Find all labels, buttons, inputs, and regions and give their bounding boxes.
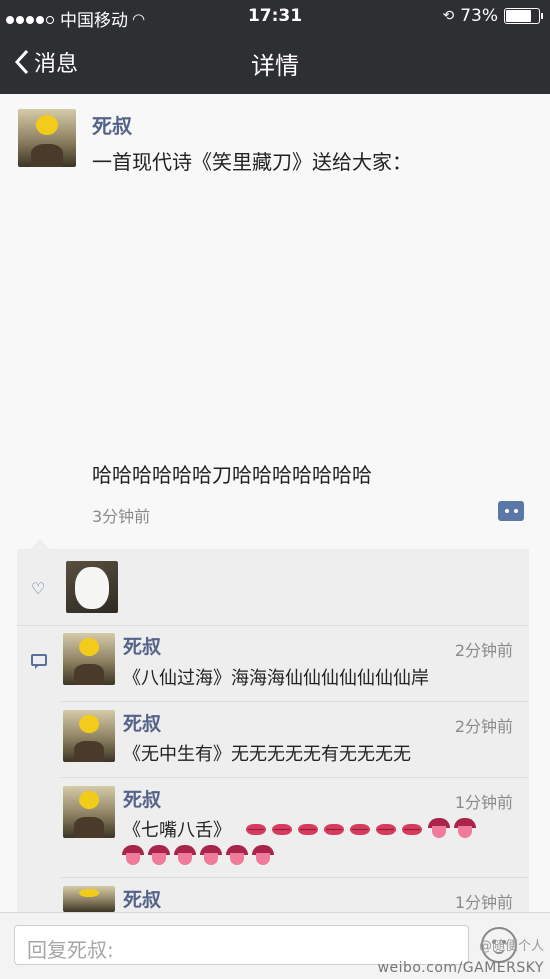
post-author-name[interactable]: 死叔 (92, 110, 132, 139)
tongue-emoji-row (122, 845, 278, 867)
post-text-line2: 哈哈哈哈哈哈刀哈哈哈哈哈哈哈 (92, 463, 372, 487)
tongue-icon (428, 818, 450, 840)
lips-icon (324, 823, 344, 835)
watermark: weibo.com/GAMERSKY (377, 960, 544, 976)
reply-input[interactable]: 回复死叔: (14, 925, 469, 965)
lips-icon (272, 823, 292, 835)
comment-text: 《八仙过海》海海海仙仙仙仙仙仙仙岸 (123, 668, 429, 689)
tongue-icon (174, 845, 196, 867)
divider (17, 625, 529, 626)
divider (61, 777, 529, 778)
tongue-icon (454, 818, 476, 840)
lips-icon (298, 823, 318, 835)
tongue-icon (200, 845, 222, 867)
comment-icon (31, 654, 47, 669)
tongue-icon (148, 845, 170, 867)
lips-icon (246, 823, 266, 835)
comment-author[interactable]: 死叔 (123, 885, 161, 912)
tongue-icon (226, 845, 248, 867)
comment-author[interactable]: 死叔 (123, 785, 161, 812)
comment-time: 2分钟前 (454, 717, 513, 736)
panel-pointer (30, 539, 50, 549)
comment-author[interactable]: 死叔 (123, 709, 161, 736)
divider (61, 877, 529, 878)
comment-text: 《七嘴八舌》 (123, 820, 231, 841)
page-title: 详情 (251, 52, 299, 80)
comment-time: 2分钟前 (454, 641, 513, 660)
comment-time: 1分钟前 (454, 893, 513, 912)
battery-icon (504, 8, 543, 24)
comment-text: 《无中生有》无无无无无有无无无无 (123, 744, 411, 765)
battery-percent: 73% (460, 6, 498, 26)
status-right: ⟲ 73% (442, 6, 543, 26)
lips-icon (402, 823, 422, 835)
comment-action-button[interactable] (498, 501, 524, 521)
divider (61, 701, 529, 702)
tongue-icon (122, 845, 144, 867)
post-author-avatar[interactable] (18, 109, 76, 167)
lips-icon (350, 823, 370, 835)
tongue-icon (252, 845, 274, 867)
status-bar: 中国移动 ◠ 17:31 ⟲ 73% (0, 0, 550, 32)
rotation-lock-icon: ⟲ (442, 8, 455, 24)
comment-avatar[interactable] (63, 886, 115, 912)
post-timestamp: 3分钟前 (92, 507, 151, 526)
lips-icon (376, 823, 396, 835)
heart-icon: ♡ (31, 579, 46, 598)
post-text-line1: 一首现代诗《笑里藏刀》送给大家： (92, 150, 412, 174)
comment-time: 1分钟前 (454, 793, 513, 812)
comment-avatar[interactable] (63, 633, 115, 685)
comment-avatar[interactable] (63, 786, 115, 838)
nav-bar: 消息 详情 (0, 32, 550, 94)
liker-avatar[interactable] (66, 561, 118, 613)
comment-avatar[interactable] (63, 710, 115, 762)
lips-emoji-row (246, 818, 480, 840)
comment-author[interactable]: 死叔 (123, 632, 161, 659)
weibo-tag: @随便个人 (478, 939, 544, 954)
